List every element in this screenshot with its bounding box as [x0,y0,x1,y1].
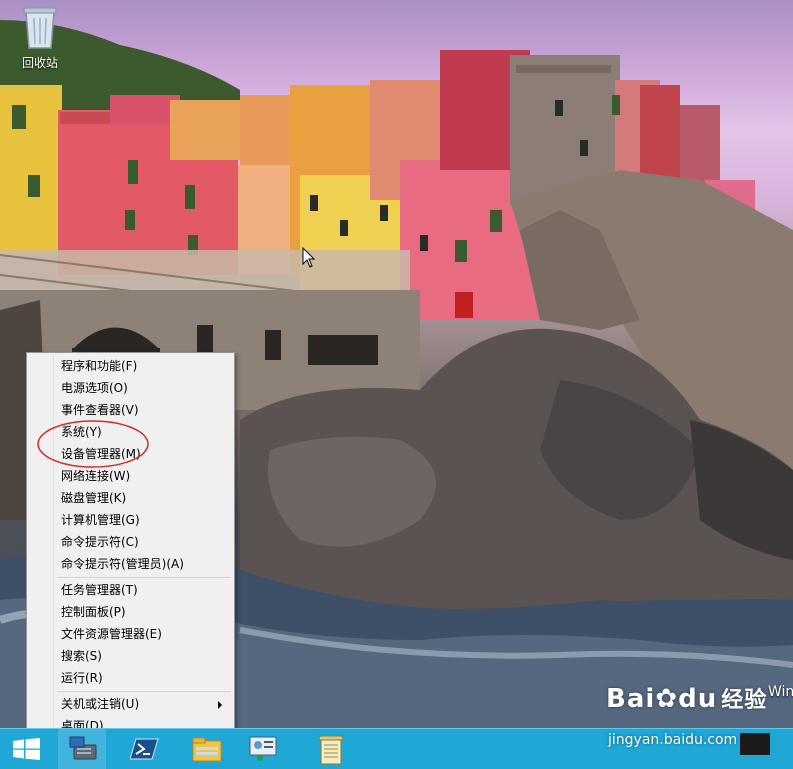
menu-item-disk-management[interactable]: 磁盘管理(K) [29,487,232,509]
menu-item-task-manager[interactable]: 任务管理器(T) [29,579,232,601]
menu-item-programs-features[interactable]: 程序和功能(F) [29,355,232,377]
submenu-arrow-icon [218,701,222,709]
windows-logo-icon [13,738,40,760]
watermark-brand: Bai✿du 经验 [606,682,767,714]
menu-item-shutdown[interactable]: 关机或注销(U) [29,693,232,715]
recycle-bin-label: 回收站 [21,56,58,70]
menu-item-file-explorer[interactable]: 文件资源管理器(E) [29,623,232,645]
start-button[interactable] [8,729,54,769]
recycle-bin-icon [23,7,57,49]
menu-item-control-panel[interactable]: 控制面板(P) [29,601,232,623]
menu-separator [57,691,231,692]
network-settings-icon [249,736,277,761]
paw-icon: ✿ [655,684,679,714]
watermark-brand-bai: Bai [606,684,656,714]
menu-item-computer-management[interactable]: 计算机管理(G) [29,509,232,531]
mouse-cursor-icon [302,247,316,268]
menu-item-run[interactable]: 运行(R) [29,667,232,689]
menu-item-power-options[interactable]: 电源选项(O) [29,377,232,399]
taskbar-show-desktop[interactable] [740,733,770,755]
taskbar: jingyan.baidu.com [0,728,793,769]
winx-context-menu: 程序和功能(F) 电源选项(O) 事件查看器(V) 系统(Y) 设备管理器(M)… [26,352,235,738]
menu-separator [57,577,231,578]
annotation-ellipse-system-device [37,420,149,468]
notepad-icon [318,735,344,765]
menu-item-search[interactable]: 搜索(S) [29,645,232,667]
menu-item-command-prompt-admin[interactable]: 命令提示符(管理员)(A) [29,553,232,575]
watermark-brand-cn: 经验 [721,688,768,713]
taskbar-network-settings[interactable] [238,729,286,769]
menu-item-command-prompt[interactable]: 命令提示符(C) [29,531,232,553]
taskbar-notepad[interactable] [306,729,354,769]
recycle-bin-shortcut[interactable]: 回收站 [14,6,66,76]
menu-item-shutdown-label: 关机或注销(U) [61,697,140,711]
taskbar-powershell[interactable] [120,729,168,769]
file-explorer-icon [192,737,222,762]
watermark-brand-du: du [678,684,718,714]
taskbar-server-manager[interactable] [58,729,106,769]
watermark-url: jingyan.baidu.com [608,732,738,748]
server-manager-icon [69,736,97,760]
powershell-icon [130,738,159,760]
taskbar-file-explorer[interactable] [182,729,230,769]
baidu-watermark: Bai✿du 经验 [606,682,776,728]
